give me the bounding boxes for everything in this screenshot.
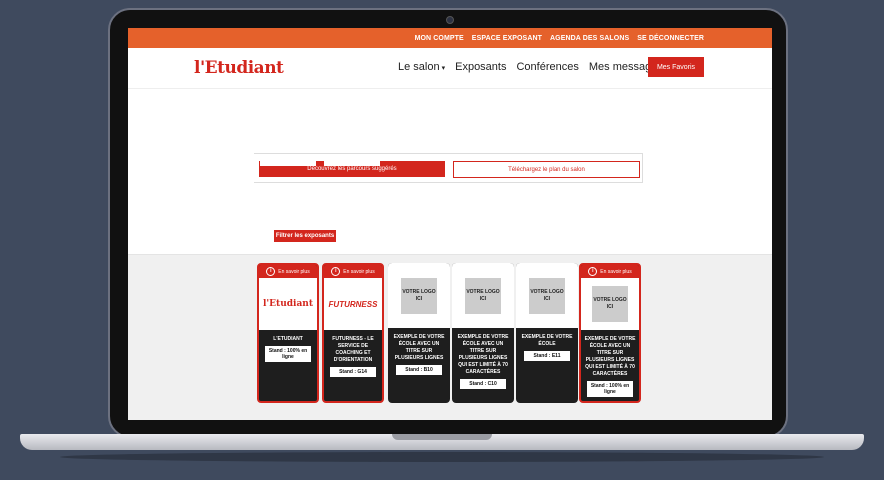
exhibitor-logo: l'Etudiant <box>259 278 317 330</box>
exhibitor-logo: VOTRE LOGO ICI <box>452 263 514 328</box>
exhibitor-space-link[interactable]: ESPACE EXPOSANT <box>472 35 542 42</box>
nav-item-conferences[interactable]: Conférences <box>516 61 578 73</box>
logo-placeholder: VOTRE LOGO ICI <box>401 277 437 314</box>
exhibitor-card[interactable]: i En savoir plus FUTURNESS FUTURNESS - L… <box>322 263 384 403</box>
exhibitor-card[interactable]: VOTRE LOGO ICI EXEMPLE DE VOTRE ÉCOLE AV… <box>452 263 514 403</box>
favorites-button[interactable]: Mes Favoris <box>648 57 704 77</box>
nav-item-le-salon[interactable]: Le salon ▾ <box>398 61 445 73</box>
exhibitor-logo: FUTURNESS <box>324 278 382 330</box>
exhibitor-card[interactable]: i En savoir plus l'Etudiant L'ETUDIANT S… <box>257 263 319 403</box>
exhibitor-title: EXEMPLE DE VOTRE ÉCOLE <box>521 334 573 347</box>
exhibitor-logo-text: FUTURNESS <box>328 299 378 309</box>
exhibitor-card-partial <box>260 156 316 166</box>
laptop-notch <box>392 434 492 440</box>
info-icon: i <box>588 267 598 276</box>
card-more-info[interactable]: i En savoir plus <box>324 265 382 278</box>
nav-item-exposants[interactable]: Exposants <box>455 61 506 73</box>
exhibitor-logo: VOTRE LOGO ICI <box>388 263 450 328</box>
info-icon: i <box>331 267 341 276</box>
exhibitor-logo-text: l'Etudiant <box>263 299 313 309</box>
exhibitor-grid: i En savoir plus l'Etudiant L'ETUDIANT S… <box>128 254 772 420</box>
exhibitor-card[interactable]: i En savoir plus VOTRE LOGO ICI EXEMPLE … <box>579 263 641 403</box>
site-header: l'Etudiant Le salon ▾ Exposants Conférenc… <box>128 48 772 89</box>
logo-placeholder: VOTRE LOGO ICI <box>465 277 501 314</box>
exhibitor-card[interactable]: VOTRE LOGO ICI EXEMPLE DE VOTRE ÉCOLE St… <box>516 263 578 403</box>
stand-badge: Stand : B10 <box>396 365 442 375</box>
exhibitor-title: EXEMPLE DE VOTRE ÉCOLE AVEC UN TITRE SUR… <box>584 336 636 377</box>
main-nav: Le salon ▾ Exposants Conférences Mes mess… <box>398 61 663 73</box>
card-more-info[interactable]: i En savoir plus <box>259 265 317 278</box>
exhibitor-title: L'ETUDIANT <box>273 336 303 342</box>
stand-badge: Stand : G14 <box>330 367 376 377</box>
logo-placeholder: VOTRE LOGO ICI <box>529 277 565 314</box>
logout-link[interactable]: SE DÉCONNECTER <box>637 35 704 42</box>
filter-exhibitors-button[interactable]: Filtrer les exposants <box>274 230 336 242</box>
stand-badge: Stand : C10 <box>460 379 506 389</box>
stand-badge: Stand : 100% en ligne <box>587 381 633 397</box>
my-account-link[interactable]: MON COMPTE <box>415 35 464 42</box>
camera-icon <box>446 16 454 24</box>
info-icon: i <box>266 267 276 276</box>
top-bar: MON COMPTE ESPACE EXPOSANT AGENDA DES SA… <box>128 28 772 48</box>
fair-agenda-link[interactable]: AGENDA DES SALONS <box>550 35 629 42</box>
letudiant-logo[interactable]: l'Etudiant <box>194 58 284 78</box>
download-plan-button[interactable]: Téléchargez le plan du salon <box>453 161 640 178</box>
more-info-label: En savoir plus <box>600 268 632 275</box>
nav-label-le-salon: Le salon <box>398 61 440 73</box>
more-info-label: En savoir plus <box>278 268 310 275</box>
chevron-down-icon: ▾ <box>441 65 446 72</box>
browser-screen: MON COMPTE ESPACE EXPOSANT AGENDA DES SA… <box>128 28 772 420</box>
stand-badge: Stand : 100% en ligne <box>265 346 311 362</box>
exhibitor-card-partial <box>324 156 380 166</box>
exhibitor-logo: VOTRE LOGO ICI <box>516 263 578 328</box>
exhibitor-title: EXEMPLE DE VOTRE ÉCOLE AVEC UN TITRE SUR… <box>393 334 445 361</box>
exhibitor-logo: VOTRE LOGO ICI <box>581 278 639 330</box>
exhibitor-card[interactable]: VOTRE LOGO ICI EXEMPLE DE VOTRE ÉCOLE AV… <box>388 263 450 403</box>
exhibitor-title: FUTURNESS - LE SERVICE DE COACHING ET D'… <box>332 336 374 363</box>
stand-badge: Stand : E11 <box>524 351 570 361</box>
laptop-shadow <box>60 452 824 462</box>
card-more-info[interactable]: i En savoir plus <box>581 265 639 278</box>
more-info-label: En savoir plus <box>343 268 375 275</box>
logo-placeholder: VOTRE LOGO ICI <box>592 286 628 322</box>
exhibitor-title: EXEMPLE DE VOTRE ÉCOLE AVEC UN TITRE SUR… <box>457 334 509 375</box>
